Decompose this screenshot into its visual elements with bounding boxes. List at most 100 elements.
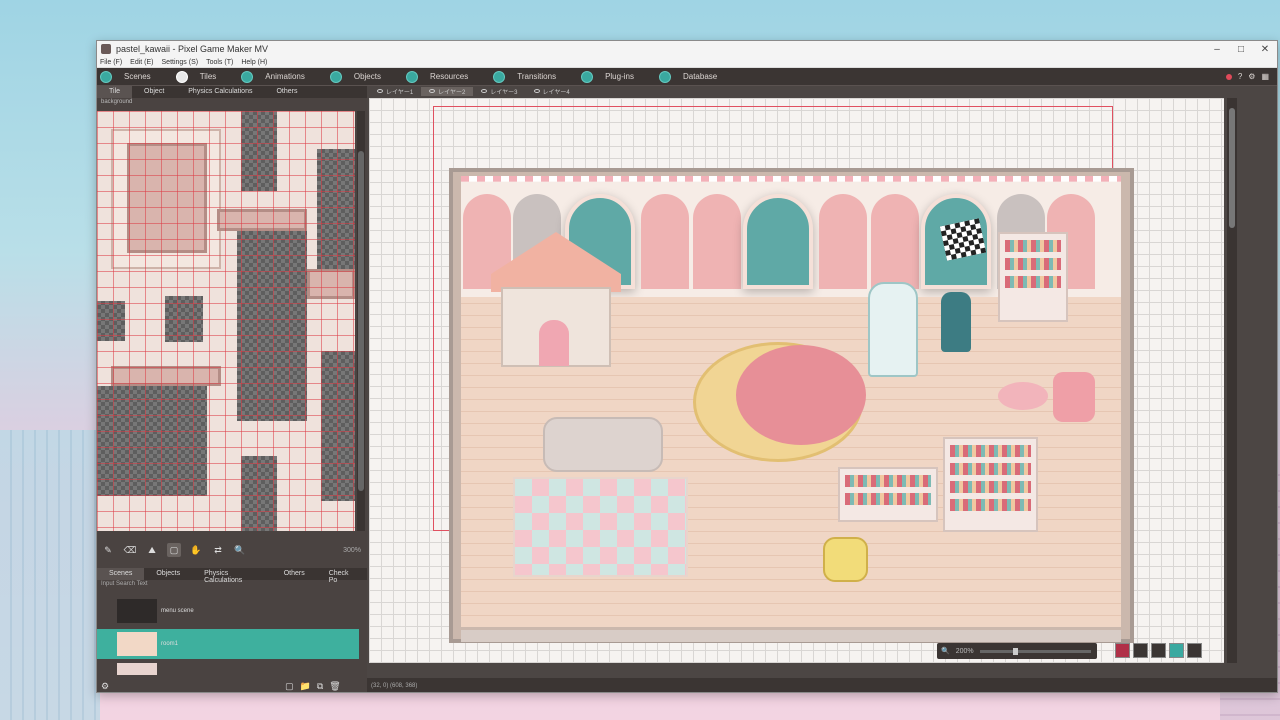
grid-toggle-icon[interactable] bbox=[1133, 643, 1148, 658]
tile-block[interactable] bbox=[97, 386, 207, 496]
hand-icon[interactable]: ✋ bbox=[189, 543, 203, 557]
zoom-control: 🔍 200% bbox=[937, 643, 1097, 659]
view-toggles bbox=[1115, 643, 1202, 658]
canvas-scrollbar[interactable] bbox=[1227, 98, 1237, 663]
rectangle-icon[interactable]: ▢ bbox=[167, 543, 181, 557]
scene-canvas[interactable] bbox=[369, 98, 1224, 663]
tab-resources[interactable]: Resources bbox=[403, 70, 468, 83]
round-table[interactable] bbox=[998, 382, 1048, 410]
scenes-tab-scenes[interactable]: Scenes bbox=[97, 568, 145, 580]
zoom-slider[interactable] bbox=[979, 647, 1091, 655]
maximize-button[interactable]: □ bbox=[1229, 41, 1253, 57]
record-toggle-icon[interactable] bbox=[1115, 643, 1130, 658]
fill-icon[interactable]: ⛰ bbox=[145, 543, 159, 557]
scrollbar-thumb[interactable] bbox=[358, 151, 364, 491]
tab-objects-label: Objects bbox=[353, 72, 381, 81]
tile-block[interactable] bbox=[241, 456, 277, 531]
scene-search-input[interactable]: Input Search Text bbox=[97, 581, 359, 591]
menu-file[interactable]: File (F) bbox=[100, 59, 122, 66]
scene-item-3[interactable] bbox=[97, 662, 359, 676]
eye-icon[interactable] bbox=[481, 89, 488, 93]
layer-tab-1[interactable]: レイヤー1 bbox=[369, 87, 421, 96]
zoom-icon[interactable]: 🔍 bbox=[233, 543, 247, 557]
subtab-tile[interactable]: Tile bbox=[97, 86, 133, 98]
toy-car[interactable] bbox=[823, 537, 868, 582]
menu-tools[interactable]: Tools (T) bbox=[206, 59, 233, 66]
eye-icon[interactable] bbox=[429, 89, 436, 93]
dollhouse-object[interactable] bbox=[491, 232, 621, 372]
tab-objects[interactable]: Objects bbox=[327, 70, 381, 83]
tileset-palette[interactable] bbox=[97, 111, 355, 531]
scenes-tab-physics[interactable]: Physics Calculations bbox=[192, 568, 272, 584]
copy-icon[interactable]: ⧉ bbox=[317, 681, 323, 692]
subtab-physics[interactable]: Physics Calculations bbox=[176, 86, 264, 98]
layer-tab-4[interactable]: レイヤー4 bbox=[526, 87, 578, 96]
tab-database[interactable]: Database bbox=[656, 70, 717, 83]
tab-animations-label: Animations bbox=[265, 72, 305, 81]
pencil-icon[interactable]: ✎ bbox=[101, 543, 115, 557]
collision-toggle-icon[interactable] bbox=[1169, 643, 1184, 658]
tab-scenes[interactable]: Scenes bbox=[97, 70, 151, 83]
record-icon[interactable] bbox=[1225, 73, 1232, 80]
gear-icon[interactable]: ⚙ bbox=[1248, 72, 1255, 81]
tileset-scrollbar[interactable] bbox=[357, 111, 365, 531]
tile-block[interactable] bbox=[127, 143, 207, 253]
tile-block[interactable] bbox=[307, 269, 355, 299]
new-scene-icon[interactable]: ▢ bbox=[285, 681, 294, 692]
subtab-object[interactable]: Object bbox=[132, 86, 176, 98]
close-button[interactable]: ✕ bbox=[1253, 41, 1277, 57]
tile-block[interactable] bbox=[241, 111, 277, 191]
bookshelf[interactable] bbox=[943, 437, 1038, 532]
scenes-tab-check[interactable]: Check Po bbox=[317, 568, 367, 584]
menu-settings[interactable]: Settings (S) bbox=[162, 59, 199, 66]
scenes-footer: ⚙ ▢ 📁 ⧉ 🗑 bbox=[97, 678, 367, 692]
settings-icon[interactable]: ⚙ bbox=[101, 681, 109, 692]
tab-tiles[interactable]: Tiles bbox=[173, 70, 216, 83]
eraser-icon[interactable]: ⌫ bbox=[123, 543, 137, 557]
tile-block[interactable] bbox=[217, 209, 307, 231]
armchair-object[interactable] bbox=[1053, 372, 1095, 422]
eye-icon[interactable] bbox=[533, 89, 540, 93]
delete-icon[interactable]: 🗑 bbox=[329, 681, 340, 692]
eye-icon[interactable] bbox=[377, 89, 383, 93]
scene-label: menu scene bbox=[161, 608, 194, 614]
patchwork-quilt[interactable] bbox=[513, 477, 688, 577]
subtab-others[interactable]: Others bbox=[264, 86, 309, 98]
scene-item-menu[interactable]: menu scene bbox=[97, 596, 359, 626]
title-bar: pastel_kawaii - Pixel Game Maker MV – □ … bbox=[97, 41, 1277, 57]
minimize-button[interactable]: – bbox=[1205, 41, 1229, 57]
low-bookshelf[interactable] bbox=[838, 467, 938, 522]
tile-block[interactable] bbox=[165, 296, 203, 342]
bed-object[interactable] bbox=[868, 282, 918, 377]
toy-shelf[interactable] bbox=[998, 232, 1068, 322]
layer-tab-3[interactable]: レイヤー3 bbox=[473, 87, 525, 96]
tile-block[interactable] bbox=[97, 301, 125, 341]
sofa-object[interactable] bbox=[543, 417, 663, 472]
scenes-tab-others[interactable]: Others bbox=[272, 568, 317, 580]
player-character[interactable] bbox=[941, 292, 971, 352]
magnifier-icon[interactable]: 🔍 bbox=[941, 647, 950, 655]
left-panel: Tile Object Physics Calculations Others … bbox=[97, 86, 367, 692]
round-rug[interactable] bbox=[693, 342, 866, 462]
folder-icon[interactable]: 📁 bbox=[300, 681, 311, 692]
tab-animations[interactable]: Animations bbox=[238, 70, 305, 83]
tile-block[interactable] bbox=[317, 149, 355, 289]
help-icon[interactable]: ? bbox=[1238, 72, 1242, 81]
zoom-slider-knob[interactable] bbox=[1013, 647, 1019, 655]
menu-help[interactable]: Help (H) bbox=[241, 59, 267, 66]
tile-block[interactable] bbox=[237, 231, 307, 421]
scene-item-room1[interactable]: room1 bbox=[97, 629, 359, 659]
tab-plugins[interactable]: Plug-ins bbox=[578, 70, 634, 83]
menu-edit[interactable]: Edit (E) bbox=[130, 59, 153, 66]
pin-toggle-icon[interactable] bbox=[1187, 643, 1202, 658]
scrollbar-thumb[interactable] bbox=[1229, 108, 1235, 228]
tile-block[interactable] bbox=[321, 351, 355, 501]
layer-toggle-icon[interactable] bbox=[1151, 643, 1166, 658]
scenes-tab-objects[interactable]: Objects bbox=[144, 568, 192, 580]
tile-block[interactable] bbox=[111, 366, 221, 386]
layer-tab-2[interactable]: レイヤー2 bbox=[421, 86, 474, 96]
grid-icon[interactable]: ▦ bbox=[1261, 72, 1269, 81]
tab-transitions[interactable]: Transitions bbox=[490, 70, 556, 83]
swap-icon[interactable]: ⇄ bbox=[211, 543, 225, 557]
menu-bar: File (F) Edit (E) Settings (S) Tools (T)… bbox=[97, 57, 1277, 68]
